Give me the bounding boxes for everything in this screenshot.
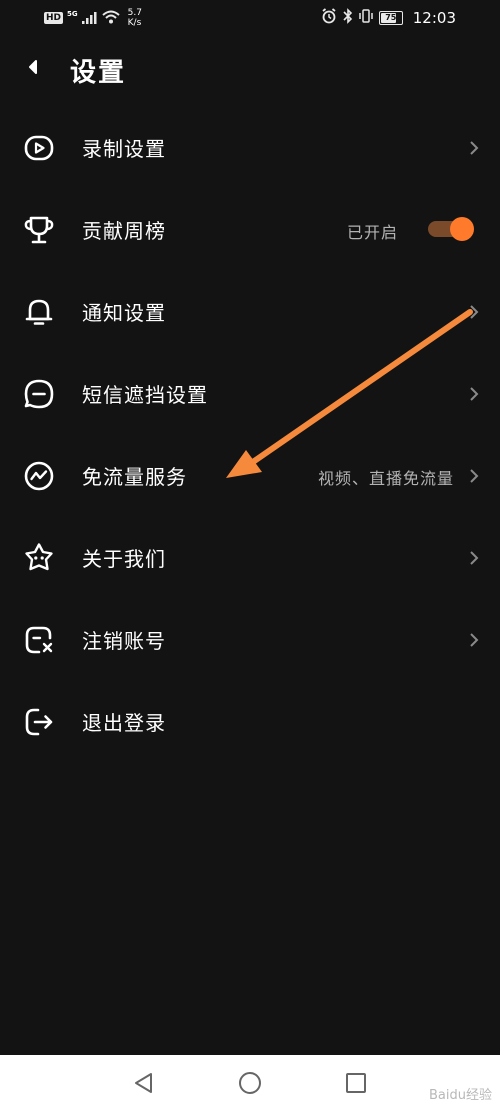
chevron-right-icon (468, 630, 480, 650)
chevron-right-icon (468, 302, 480, 322)
setting-row-free-data-service[interactable]: 免流量服务 视频、直播免流量 (0, 434, 500, 516)
alarm-icon (321, 8, 337, 28)
signal-icon (81, 9, 98, 28)
weekly-contribution-toggle[interactable] (428, 217, 474, 241)
logout-icon (22, 705, 56, 739)
back-button[interactable] (18, 54, 48, 84)
record-icon (22, 131, 56, 165)
bell-icon (22, 295, 56, 329)
setting-row-about-us[interactable]: 关于我们 (0, 516, 500, 598)
setting-label: 退出登录 (82, 711, 166, 735)
chevron-right-icon (468, 548, 480, 568)
clock: 12:03 (412, 9, 456, 27)
hd-badge: HD (44, 12, 64, 24)
setting-label: 贡献周榜 (82, 219, 166, 243)
setting-label: 短信遮挡设置 (82, 383, 208, 407)
setting-row-record[interactable]: 录制设置 (0, 106, 500, 188)
chevron-left-icon (27, 58, 39, 80)
trend-icon (22, 459, 56, 493)
setting-value: 视频、直播免流量 (317, 469, 454, 488)
vibrate-icon (359, 8, 373, 28)
chevron-right-icon (468, 384, 480, 404)
cancel-account-icon (22, 623, 56, 657)
setting-row-weekly-contribution[interactable]: 贡献周榜 已开启 (0, 188, 500, 270)
message-icon (22, 377, 56, 411)
wifi-icon (101, 9, 120, 28)
setting-row-cancel-account[interactable]: 注销账号 (0, 598, 500, 680)
star-face-icon (22, 541, 56, 575)
toggle-thumb (450, 217, 474, 241)
speed-value: 5.7 (127, 8, 142, 18)
network-type: 5G (67, 10, 78, 18)
watermark: Baidu经验 (429, 1088, 492, 1103)
system-nav-bar: Baidu经验 (0, 1055, 500, 1111)
circle-home-icon[interactable] (236, 1069, 264, 1097)
network-speed: 5.7 K/s (128, 8, 142, 28)
setting-label: 注销账号 (82, 629, 166, 653)
setting-label: 通知设置 (82, 301, 166, 325)
setting-label: 免流量服务 (82, 465, 187, 489)
triangle-back-icon[interactable] (130, 1069, 158, 1097)
setting-status: 已开启 (346, 223, 398, 242)
status-right: 75 12:03 (321, 8, 456, 28)
setting-row-logout[interactable]: 退出登录 (0, 680, 500, 762)
battery-percent: 75 (385, 13, 397, 22)
chevron-right-icon (468, 138, 480, 158)
setting-row-sms-shield[interactable]: 短信遮挡设置 (0, 352, 500, 434)
setting-label: 关于我们 (82, 547, 166, 571)
page-title: 设置 (70, 58, 127, 88)
speed-unit: K/s (127, 18, 142, 28)
header: 设置 (0, 44, 500, 94)
setting-label: 录制设置 (82, 137, 166, 161)
status-bar: HD 5G 5.7 K/s 75 12:03 (0, 0, 500, 34)
battery-icon: 75 (378, 11, 403, 25)
chevron-right-icon (468, 466, 480, 486)
setting-row-notifications[interactable]: 通知设置 (0, 270, 500, 352)
square-recents-icon[interactable] (342, 1069, 370, 1097)
bluetooth-icon (343, 8, 353, 28)
status-left: HD 5G 5.7 K/s (44, 8, 142, 28)
trophy-icon (22, 213, 56, 247)
